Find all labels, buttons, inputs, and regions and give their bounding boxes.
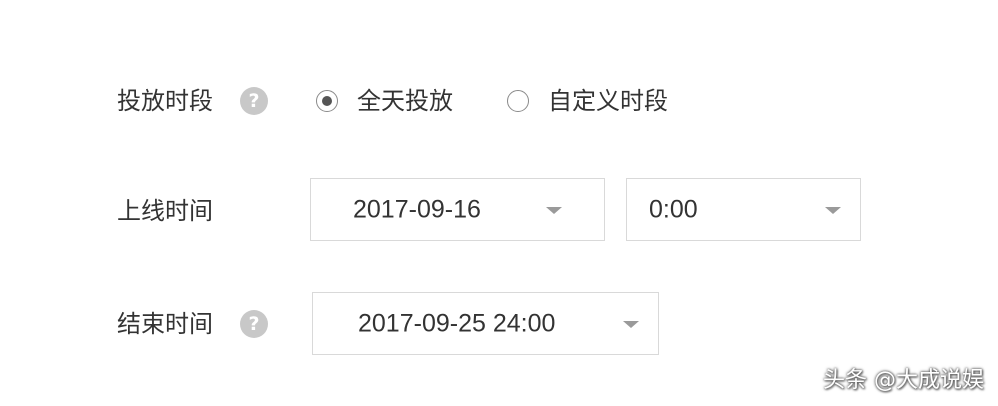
radio-dot-icon	[322, 96, 332, 106]
start-date-select[interactable]: 2017-09-16	[310, 178, 605, 241]
radio-circle-checked-icon[interactable]	[316, 90, 338, 112]
start-time-value: 0:00	[649, 195, 698, 223]
radio-custom-period[interactable]: 自定义时段	[507, 86, 668, 116]
radio-custom-period-label[interactable]: 自定义时段	[548, 86, 668, 116]
start-date-value: 2017-09-16	[353, 195, 481, 223]
schedule-help-icon[interactable]: ?	[240, 87, 268, 115]
start-time-select[interactable]: 0:00	[626, 178, 861, 241]
schedule-label: 投放时段	[117, 87, 213, 115]
radio-all-day[interactable]: 全天投放	[316, 86, 453, 116]
end-datetime-select[interactable]: 2017-09-25 24:00	[312, 292, 659, 355]
radio-circle-unchecked-icon[interactable]	[507, 90, 529, 112]
radio-all-day-label[interactable]: 全天投放	[357, 86, 453, 116]
ad-schedule-form: 投放时段 ? 全天投放 自定义时段 上线时间 2017-09-16 0:00 结…	[0, 0, 998, 406]
watermark-text: 头条 @大成说娱	[823, 368, 984, 393]
chevron-down-icon[interactable]	[825, 206, 841, 214]
end-datetime-value: 2017-09-25 24:00	[358, 309, 556, 337]
start-time-label: 上线时间	[117, 197, 213, 225]
chevron-down-icon[interactable]	[623, 320, 639, 328]
chevron-down-icon[interactable]	[546, 206, 562, 214]
end-time-help-icon[interactable]: ?	[240, 310, 268, 338]
end-time-label: 结束时间	[117, 310, 213, 338]
